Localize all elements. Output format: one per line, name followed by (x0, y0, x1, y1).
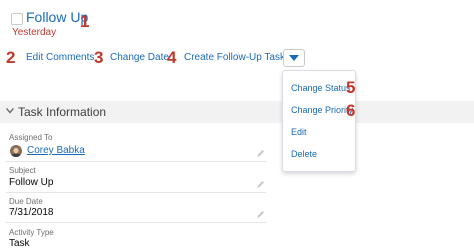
assigned-to-label: Assigned To (9, 133, 53, 142)
annotation-number-6: 6 (346, 101, 356, 120)
annotation-number-4: 4 (167, 48, 177, 67)
due-date-label: Yesterday (12, 27, 57, 38)
field-divider (6, 222, 266, 223)
due-date-field-label: Due Date (9, 197, 43, 206)
change-date-button[interactable]: Change Date (110, 52, 169, 63)
activity-type-label: Activity Type (9, 228, 54, 237)
subject-label: Subject (9, 166, 36, 175)
section-title: Task Information (18, 105, 107, 119)
field-divider (6, 192, 266, 193)
edit-comments-button[interactable]: Edit Comments (26, 52, 94, 63)
annotation-number-1: 1 (80, 12, 90, 31)
task-complete-checkbox[interactable] (11, 13, 23, 25)
task-title[interactable]: Follow Up (26, 9, 88, 25)
pencil-icon[interactable] (256, 210, 265, 219)
pencil-icon[interactable] (256, 149, 265, 158)
avatar (10, 145, 22, 157)
chevron-down-icon (289, 55, 299, 61)
menu-item-delete[interactable]: Delete (291, 149, 317, 159)
annotation-number-2: 2 (6, 48, 16, 67)
chevron-down-icon (6, 108, 14, 114)
annotation-number-5: 5 (346, 78, 356, 97)
menu-item-change-status[interactable]: Change Status (291, 83, 351, 93)
due-date-value: 7/31/2018 (9, 207, 54, 218)
assigned-to-value[interactable]: Corey Babka (27, 145, 85, 156)
subject-value: Follow Up (9, 177, 54, 188)
create-follow-up-task-button[interactable]: Create Follow-Up Task (184, 52, 285, 63)
more-actions-dropdown-button[interactable] (283, 49, 305, 67)
field-divider (6, 161, 266, 162)
menu-item-change-priority[interactable]: Change Priority (291, 105, 353, 115)
task-information-section-header[interactable]: Task Information (0, 101, 474, 123)
annotation-number-3: 3 (94, 48, 104, 67)
activity-type-value: Task (9, 238, 30, 249)
more-actions-menu: Change Status Change Priority Edit Delet… (282, 70, 356, 172)
pencil-icon[interactable] (256, 180, 265, 189)
menu-item-edit[interactable]: Edit (291, 127, 307, 137)
